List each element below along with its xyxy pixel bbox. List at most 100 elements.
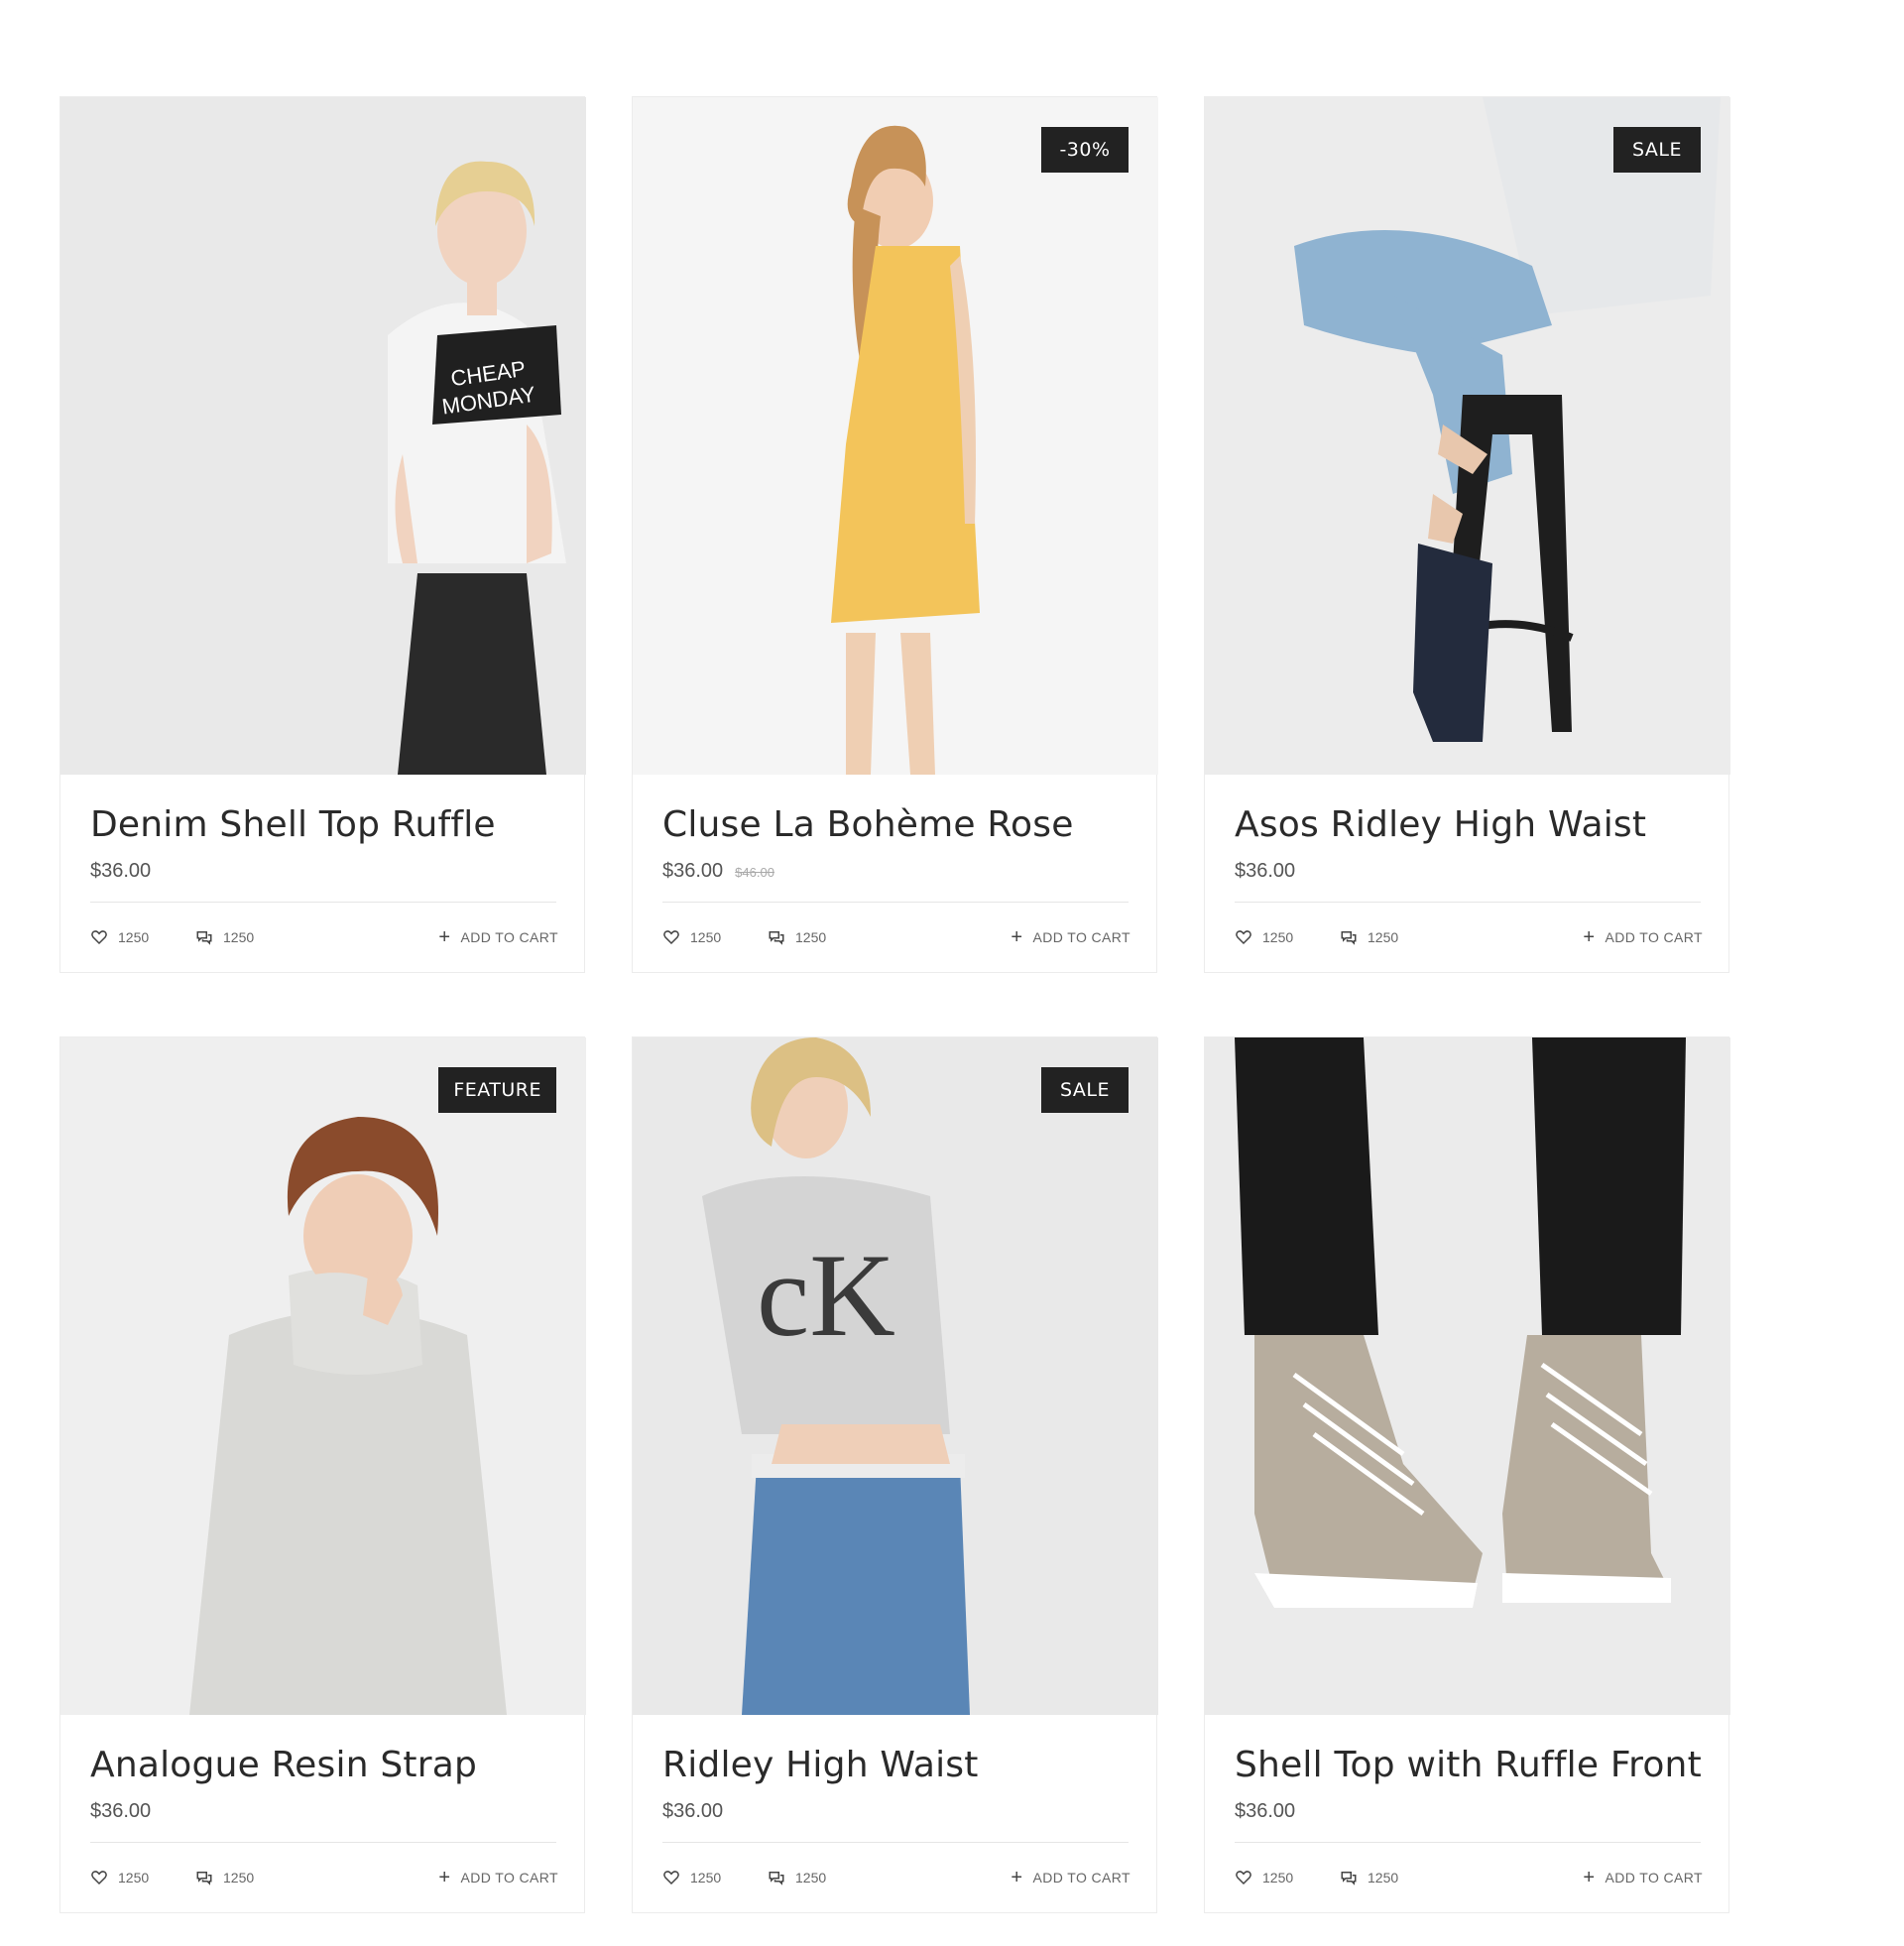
current-price: $36.00: [90, 860, 152, 882]
like-count: 1250: [690, 929, 722, 945]
comment-button[interactable]: 1250: [195, 1866, 254, 1889]
divider: [90, 1842, 556, 1843]
comment-button[interactable]: 1250: [1340, 1866, 1398, 1889]
product-price: $36.00: [1235, 1800, 1295, 1823]
comments-icon: [1341, 1872, 1357, 1885]
product-photo-tshirt-model: CHEAP MONDAY: [60, 97, 586, 775]
sale-badge: SALE: [1041, 1067, 1129, 1113]
product-card[interactable]: SALE Asos Ridley High Waist $36.00 1250 …: [1204, 96, 1730, 973]
product-photo-sweater: [60, 1037, 586, 1715]
like-button[interactable]: 1250: [90, 1866, 149, 1889]
product-price: $36.00: [90, 860, 151, 883]
comment-button[interactable]: 1250: [1340, 925, 1398, 949]
add-to-cart-button[interactable]: + ADD TO CART: [1583, 1866, 1703, 1889]
comments-icon: [196, 1872, 212, 1885]
product-card[interactable]: cK SALE Ridley High Waist $36.00 1250 12…: [632, 1036, 1158, 1913]
product-card[interactable]: CHEAP MONDAY Denim Shell Top Ruffle $36.…: [60, 96, 586, 973]
product-price: $36.00: [90, 1800, 151, 1823]
comments-icon: [196, 931, 212, 945]
divider: [662, 902, 1129, 903]
product-price: $36.00: [1235, 860, 1295, 883]
heart-icon: [1236, 1871, 1251, 1885]
heart-icon: [663, 930, 679, 945]
product-photo-yellow-dress: [633, 97, 1158, 775]
plus-icon: +: [438, 926, 451, 948]
like-button[interactable]: 1250: [662, 1866, 721, 1889]
plus-icon: +: [1011, 1867, 1023, 1888]
plus-icon: +: [1583, 1867, 1596, 1888]
like-button[interactable]: 1250: [662, 925, 721, 949]
sale-badge: SALE: [1613, 127, 1701, 173]
heart-icon: [91, 930, 107, 945]
plus-icon: +: [1011, 926, 1023, 948]
divider: [662, 1842, 1129, 1843]
add-to-cart-label: ADD TO CART: [1605, 1870, 1703, 1885]
product-image[interactable]: FEATURE: [60, 1037, 586, 1715]
divider: [90, 902, 556, 903]
like-count: 1250: [118, 929, 150, 945]
add-to-cart-button[interactable]: + ADD TO CART: [1583, 925, 1703, 949]
comments-icon: [769, 1872, 784, 1885]
product-photo-ck-tee-jeans: cK: [633, 1037, 1158, 1715]
add-to-cart-button[interactable]: + ADD TO CART: [1011, 925, 1130, 949]
current-price: $36.00: [662, 860, 724, 882]
comment-count: 1250: [1368, 929, 1399, 945]
comments-icon: [769, 931, 784, 945]
like-count: 1250: [1262, 929, 1294, 945]
heart-icon: [91, 1871, 107, 1885]
divider: [1235, 1842, 1701, 1843]
product-image[interactable]: CHEAP MONDAY: [60, 97, 586, 775]
product-image[interactable]: [1205, 1037, 1730, 1715]
like-count: 1250: [690, 1870, 722, 1885]
product-price: $36.00: [662, 1800, 723, 1823]
current-price: $36.00: [1235, 1800, 1296, 1822]
product-title[interactable]: Asos Ridley High Waist: [1235, 804, 1711, 845]
product-title[interactable]: Cluse La Bohème Rose: [662, 804, 1138, 845]
feature-badge: FEATURE: [438, 1067, 556, 1113]
product-price: $36.00 $46.00: [662, 860, 774, 883]
add-to-cart-button[interactable]: + ADD TO CART: [438, 1866, 558, 1889]
comment-button[interactable]: 1250: [195, 925, 254, 949]
add-to-cart-label: ADD TO CART: [460, 929, 558, 945]
product-image[interactable]: SALE: [1205, 97, 1730, 775]
comment-count: 1250: [795, 929, 827, 945]
product-title[interactable]: Denim Shell Top Ruffle: [90, 804, 566, 845]
comments-icon: [1341, 931, 1357, 945]
current-price: $36.00: [90, 1800, 152, 1822]
add-to-cart-label: ADD TO CART: [1605, 929, 1703, 945]
add-to-cart-button[interactable]: + ADD TO CART: [438, 925, 558, 949]
product-card[interactable]: FEATURE Analogue Resin Strap $36.00 1250…: [60, 1036, 586, 1913]
comment-count: 1250: [1368, 1870, 1399, 1885]
product-photo-jeans-stool: [1205, 97, 1730, 775]
product-title[interactable]: Shell Top with Ruffle Front: [1235, 1745, 1711, 1785]
product-title[interactable]: Ridley High Waist: [662, 1745, 1138, 1785]
old-price: $46.00: [735, 865, 774, 880]
product-card[interactable]: Shell Top with Ruffle Front $36.00 1250 …: [1204, 1036, 1730, 1913]
svg-text:cK: cK: [757, 1229, 895, 1361]
like-button[interactable]: 1250: [1235, 1866, 1293, 1889]
add-to-cart-label: ADD TO CART: [1032, 929, 1130, 945]
current-price: $36.00: [1235, 860, 1296, 882]
plus-icon: +: [1583, 926, 1596, 948]
comment-button[interactable]: 1250: [768, 925, 826, 949]
comment-count: 1250: [223, 1870, 255, 1885]
discount-badge: -30%: [1041, 127, 1129, 173]
like-button[interactable]: 1250: [90, 925, 149, 949]
like-button[interactable]: 1250: [1235, 925, 1293, 949]
product-card[interactable]: -30% Cluse La Bohème Rose $36.00 $46.00 1…: [632, 96, 1158, 973]
plus-icon: +: [438, 1867, 451, 1888]
like-count: 1250: [1262, 1870, 1294, 1885]
like-count: 1250: [118, 1870, 150, 1885]
divider: [1235, 902, 1701, 903]
heart-icon: [663, 1871, 679, 1885]
add-to-cart-button[interactable]: + ADD TO CART: [1011, 1866, 1130, 1889]
product-photo-sneakers: [1205, 1037, 1730, 1715]
product-image[interactable]: -30%: [633, 97, 1158, 775]
product-title[interactable]: Analogue Resin Strap: [90, 1745, 566, 1785]
comment-count: 1250: [795, 1870, 827, 1885]
product-image[interactable]: cK SALE: [633, 1037, 1158, 1715]
comment-button[interactable]: 1250: [768, 1866, 826, 1889]
current-price: $36.00: [662, 1800, 724, 1822]
heart-icon: [1236, 930, 1251, 945]
add-to-cart-label: ADD TO CART: [1032, 1870, 1130, 1885]
